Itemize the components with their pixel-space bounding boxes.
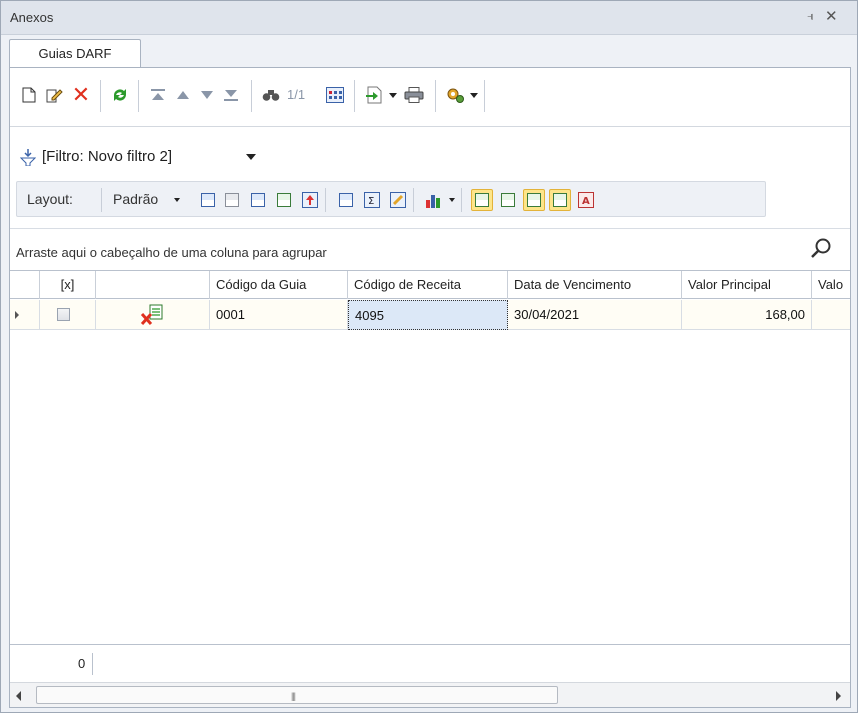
next-record-icon[interactable] [196,84,218,106]
chart-dropdown-caret[interactable] [449,198,455,202]
export-dropdown-caret[interactable] [389,93,397,98]
row-indicator-header [10,271,40,299]
cell-data-vencimento[interactable]: 30/04/2021 [508,300,682,330]
filter-dropdown-caret[interactable] [246,154,256,160]
columns-layout-icon[interactable] [247,189,269,211]
toolbar-divider [10,126,850,127]
column-header-codigo-receita[interactable]: Código de Receita [348,271,508,299]
show-group-panel-toggle[interactable] [471,189,493,211]
import-layout-icon[interactable] [273,189,295,211]
scrollbar-thumb[interactable]: ||| [36,686,558,704]
first-record-icon[interactable] [147,84,169,106]
filter-label[interactable]: [Filtro: Novo filtro 2] [42,148,172,165]
layout-preset-dropdown[interactable]: Padrão [113,191,158,207]
column-header-valor-principal[interactable]: Valor Principal [682,271,812,299]
toolbar-separator [354,80,355,112]
calendar-grid-icon[interactable] [324,84,346,106]
svg-text:A: A [582,196,590,207]
table-row[interactable]: 0001 4095 30/04/2021 168,00 [10,300,850,330]
layout-separator [461,188,462,212]
column-header-status[interactable] [96,271,210,299]
settings-dropdown-caret[interactable] [470,93,478,98]
tab-strip: Guias DARF [1,35,857,69]
export-icon[interactable] [363,84,385,106]
data-grid: [x] Código da Guia Código de Receita Dat… [10,270,850,644]
main-toolbar: ✕ 1/1 [10,68,850,127]
toolbar-separator [100,80,101,112]
filter-icon[interactable] [20,148,36,166]
edit-icon[interactable] [44,84,66,106]
layout-separator [325,188,326,212]
group-footer-icon[interactable] [335,189,357,211]
panel-titlebar: Anexos ⫣ ✕ [1,1,857,35]
scrollbar-grip-icon: ||| [291,691,296,701]
toolbar-separator [138,80,139,112]
group-by-panel[interactable]: Arraste aqui o cabeçalho de uma coluna p… [10,228,850,270]
anexos-panel: Anexos ⫣ ✕ Guias DARF ✕ 1/1 [Filtro: Nov… [0,0,858,713]
footer-count: 0 [78,656,86,671]
attachment-missing-icon [140,304,163,326]
last-record-icon[interactable] [220,84,242,106]
show-footer-toggle[interactable] [523,189,545,211]
format-rule-icon[interactable] [387,189,409,211]
find-icon[interactable] [260,84,282,106]
tab-content: ✕ 1/1 [Filtro: Novo filtro 2] Layout: Pa… [9,67,851,708]
cell-valor-principal[interactable]: 168,00 [682,300,812,330]
scroll-left-arrow-icon[interactable] [16,691,21,701]
previous-record-icon[interactable] [172,84,194,106]
print-icon[interactable] [403,84,425,106]
record-position: 1/1 [287,87,306,102]
row-checkbox[interactable] [57,308,70,321]
column-header-data-vencimento[interactable]: Data de Vencimento [508,271,682,299]
scroll-right-arrow-icon[interactable] [836,691,841,701]
panel-title: Anexos [10,10,54,25]
footer-separator [92,653,93,675]
auto-width-toggle[interactable] [549,189,571,211]
row-select-cell[interactable] [40,300,96,330]
preset-dropdown-caret[interactable] [174,198,180,202]
cell-codigo-receita[interactable]: 4095 [348,300,508,330]
settings-icon[interactable] [444,84,466,106]
column-header-valor-truncated[interactable]: Valo [812,271,850,299]
column-header-select[interactable]: [x] [40,271,96,299]
cell-codigo-guia[interactable]: 0001 [210,300,348,330]
new-document-icon[interactable] [18,84,40,106]
close-icon[interactable]: ✕ [825,7,838,25]
search-icon[interactable] [810,237,832,259]
chart-icon[interactable] [423,189,445,211]
sum-icon[interactable]: Σ [361,189,383,211]
cell-valor-truncated[interactable] [812,300,850,330]
export-layout-icon[interactable] [299,189,321,211]
save-layout-icon[interactable] [197,189,219,211]
font-icon[interactable]: A [575,189,597,211]
group-by-hint: Arraste aqui o cabeçalho de uma coluna p… [16,245,327,260]
row-pointer-icon [15,311,19,319]
row-status-cell [96,300,210,330]
layout-separator [101,188,102,212]
horizontal-scrollbar[interactable]: ||| [10,682,850,707]
toolbar-separator [435,80,436,112]
refresh-icon[interactable] [109,84,131,106]
layout-separator [413,188,414,212]
tab-guias-darf[interactable]: Guias DARF [9,39,141,69]
row-indicator [10,300,40,330]
column-header-codigo-guia[interactable]: Código da Guia [210,271,348,299]
svg-text:Σ: Σ [368,196,374,207]
show-filter-row-toggle[interactable] [497,189,519,211]
pin-icon[interactable]: ⫣ [807,9,814,24]
filter-bar: [Filtro: Novo filtro 2] [10,140,850,170]
toolbar-separator [484,80,485,112]
delete-layout-icon[interactable] [221,189,243,211]
layout-label: Layout: [27,191,73,207]
delete-icon[interactable]: ✕ [70,82,92,107]
grid-footer: 0 [10,644,850,682]
grid-header: [x] Código da Guia Código de Receita Dat… [10,271,850,299]
toolbar-separator [251,80,252,112]
layout-bar: Layout: Padrão Σ A [16,181,766,217]
